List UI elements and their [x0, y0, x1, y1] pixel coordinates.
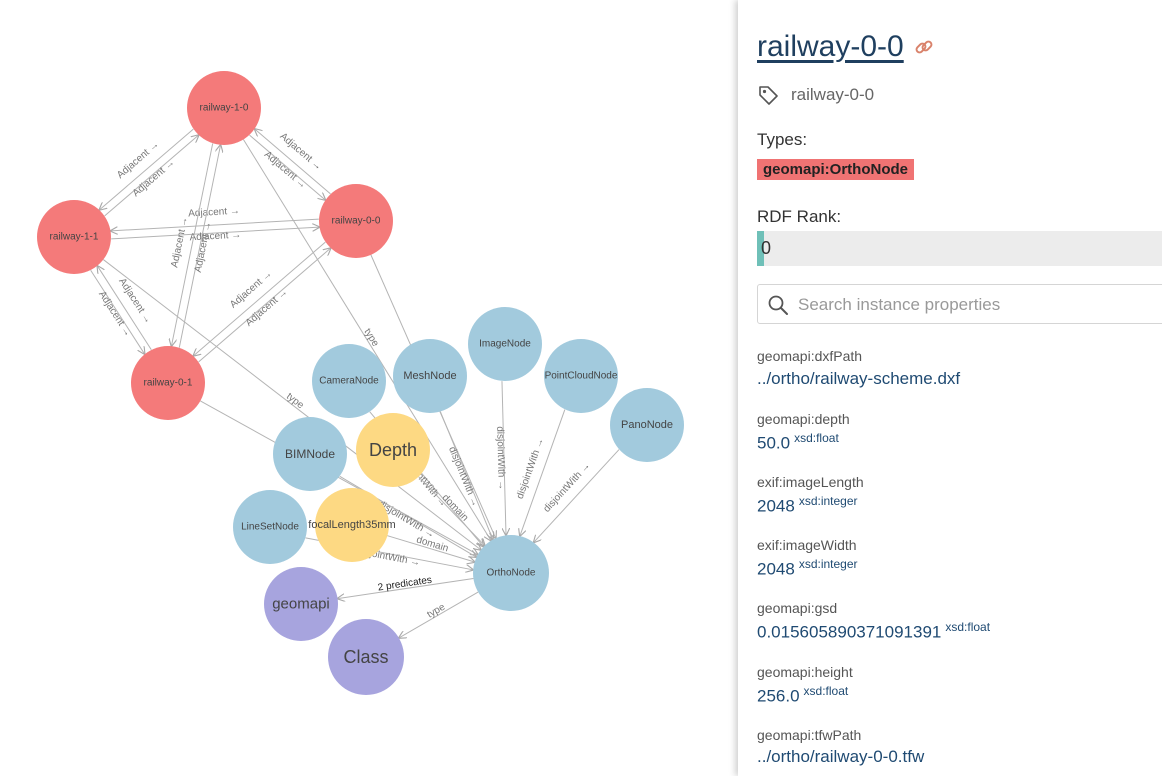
property-datatype: xsd:float	[945, 620, 991, 634]
node-orthonode[interactable]: OrthoNode	[473, 535, 549, 611]
instance-side-panel: railway-0-0 railway-0-0 Types: geomapi:O…	[738, 0, 1162, 776]
property-value[interactable]: ../ortho/railway-scheme.dxf	[757, 369, 960, 389]
edge-label: 2 predicates	[377, 575, 433, 594]
graph-canvas[interactable]: Adjacent →Adjacent → Adjacent →Adjacent →…	[0, 0, 738, 776]
node-railway-0-1[interactable]: railway-0-1	[131, 346, 205, 420]
node-label: LineSetNode	[241, 522, 299, 533]
property-value: 50.0 xsd:float	[757, 431, 839, 454]
property-value-text: 0.015605890371091391	[757, 622, 942, 642]
property-value: 2048 xsd:integer	[757, 557, 858, 580]
property-name: geomapi:depth	[757, 411, 850, 427]
property-datatype: xsd:float	[794, 431, 839, 445]
property-value: 2048 xsd:integer	[757, 494, 858, 517]
link-icon[interactable]	[914, 37, 934, 57]
instance-title-link[interactable]: railway-0-0	[757, 30, 904, 64]
rdf-rank-bar: 0	[757, 231, 1162, 266]
node-railway-0-0[interactable]: railway-0-0	[319, 184, 393, 258]
property-value-text: 2048	[757, 496, 795, 516]
node-class[interactable]: Class	[328, 619, 404, 695]
node-label: railway-0-0	[332, 216, 381, 227]
types-heading: Types:	[757, 130, 808, 149]
node-depth[interactable]: Depth	[356, 413, 430, 487]
property-name: geomapi:height	[757, 664, 853, 680]
node-linesetnode[interactable]: LineSetNode	[233, 490, 307, 564]
property-value-text: 2048	[757, 559, 795, 579]
edge-railway-1-0-to-railway-1-1[interactable]	[99, 128, 194, 210]
edge-label: type	[425, 601, 447, 620]
property-name: exif:imageLength	[757, 474, 864, 490]
node-geomapi[interactable]: geomapi	[264, 567, 338, 641]
title-row: railway-0-0	[757, 30, 934, 64]
node-meshnode[interactable]: MeshNode	[393, 339, 467, 413]
property-value-text: 50.0	[757, 433, 791, 453]
tag-icon	[757, 84, 779, 106]
property-value-text: 256.0	[757, 686, 800, 706]
node-label: OrthoNode	[487, 568, 536, 579]
property-search-input[interactable]	[796, 291, 1162, 319]
property-value: 0.015605890371091391 xsd:float	[757, 620, 990, 643]
rdf-rank-value: 0	[761, 238, 772, 258]
node-label: PanoNode	[621, 419, 673, 431]
type-badge[interactable]: geomapi:OrthoNode	[757, 159, 914, 180]
node-label: Class	[343, 647, 388, 667]
search-icon	[767, 294, 789, 316]
edge-label: Adjacent →	[169, 216, 190, 269]
node-label: CameraNode	[319, 376, 379, 387]
node-label: railway-0-1	[144, 378, 193, 389]
property-datatype: xsd:float	[803, 684, 849, 698]
node-label: ImageNode	[479, 339, 531, 350]
node-label: railway-1-1	[50, 232, 99, 243]
node-imagenode[interactable]: ImageNode	[468, 307, 542, 381]
node-label: railway-1-0	[200, 103, 249, 114]
node-label: BIMNode	[285, 447, 335, 461]
node-label: geomapi	[272, 596, 330, 613]
edge-label: type	[361, 327, 381, 349]
edge-label: domain	[440, 492, 471, 523]
node-panonode[interactable]: PanoNode	[610, 388, 684, 462]
node-label: Depth	[369, 440, 417, 460]
node-label: focalLength35mm	[308, 519, 395, 531]
edge-panonode-to-orthonode[interactable]	[534, 449, 620, 543]
edge-label: Adjacent →	[189, 230, 241, 244]
edge-label: Adjacent →	[193, 221, 214, 274]
property-value[interactable]: ../ortho/railway-0-0.tfw	[757, 747, 924, 767]
property-datatype: xsd:integer	[798, 557, 858, 571]
property-search-box[interactable]	[757, 284, 1162, 324]
rdf-rank-heading: RDF Rank:	[757, 207, 842, 226]
node-label: PointCloudNode	[545, 371, 618, 382]
node-cameranode[interactable]: CameraNode	[312, 344, 386, 418]
edge-label: type	[284, 391, 306, 412]
instance-label: railway-0-0	[791, 85, 875, 104]
edge-railway-0-0-to-railway-0-1[interactable]	[193, 241, 326, 356]
edge-label: disjointWith →	[494, 426, 507, 490]
property-value-text[interactable]: ../ortho/railway-0-0.tfw	[757, 747, 924, 766]
node-pointcloudnode[interactable]: PointCloudNode	[544, 339, 618, 413]
edge-label: Adjacent →	[188, 206, 240, 220]
property-name: geomapi:tfwPath	[757, 727, 862, 743]
edge-label: disjointWith →	[515, 437, 547, 501]
property-value: 256.0 xsd:float	[757, 684, 848, 707]
property-value-text[interactable]: ../ortho/railway-scheme.dxf	[757, 369, 960, 388]
property-datatype: xsd:integer	[798, 494, 858, 508]
property-name: geomapi:dxfPath	[757, 348, 863, 364]
instance-label-row: railway-0-0	[757, 84, 874, 106]
property-name: geomapi:gsd	[757, 600, 838, 616]
node-railway-1-0[interactable]: railway-1-0	[187, 71, 261, 145]
property-name: exif:imageWidth	[757, 537, 857, 553]
node-railway-1-1[interactable]: railway-1-1	[37, 200, 111, 274]
node-bimnode[interactable]: BIMNode	[273, 417, 347, 491]
node-label: MeshNode	[403, 370, 456, 382]
